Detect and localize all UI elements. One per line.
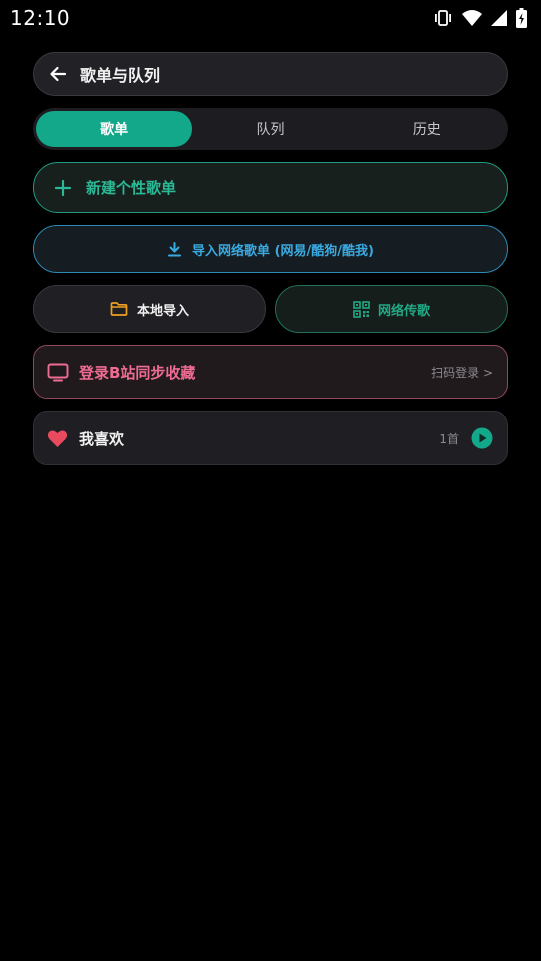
import-online-label: 导入网络歌单 (网易/酷狗/酷我) bbox=[192, 243, 374, 259]
tab-bar: 歌单 队列 历史 bbox=[33, 108, 508, 150]
bilibili-login-button[interactable]: 登录B站同步收藏 扫码登录 > bbox=[33, 345, 508, 399]
scan-login-hint: 扫码登录 > bbox=[431, 365, 493, 380]
play-icon[interactable] bbox=[471, 427, 493, 449]
network-transfer-label: 网络传歌 bbox=[377, 303, 430, 319]
battery-charging-icon bbox=[516, 8, 527, 28]
list-item[interactable]: 我喜欢 1首 bbox=[33, 411, 508, 465]
bilibili-login-label: 登录B站同步收藏 bbox=[79, 363, 196, 382]
import-online-playlist-button[interactable]: 导入网络歌单 (网易/酷狗/酷我) bbox=[33, 225, 508, 273]
local-import-label: 本地导入 bbox=[136, 303, 189, 319]
status-bar: 12:10 bbox=[0, 0, 541, 36]
playlist-song-count: 1首 bbox=[439, 431, 459, 446]
header-bar: 歌单与队列 bbox=[33, 52, 508, 96]
local-import-button[interactable]: 本地导入 bbox=[33, 285, 266, 333]
playlist-name: 我喜欢 bbox=[79, 429, 125, 448]
page-title: 歌单与队列 bbox=[80, 66, 161, 85]
vibrate-icon bbox=[433, 8, 453, 28]
status-time: 12:10 bbox=[10, 6, 71, 30]
tv-icon bbox=[47, 363, 69, 382]
folder-icon bbox=[110, 301, 128, 317]
new-playlist-button[interactable]: 新建个性歌单 bbox=[33, 162, 508, 213]
plus-icon bbox=[54, 179, 72, 197]
signal-icon bbox=[491, 10, 507, 26]
heart-icon bbox=[47, 429, 68, 448]
tab-queue[interactable]: 队列 bbox=[192, 111, 348, 147]
network-transfer-button[interactable]: 网络传歌 bbox=[275, 285, 508, 333]
tab-playlists[interactable]: 歌单 bbox=[36, 111, 193, 147]
download-icon bbox=[167, 241, 182, 257]
tab-history[interactable]: 历史 bbox=[349, 111, 505, 147]
qr-code-icon bbox=[353, 300, 370, 318]
wifi-icon bbox=[462, 9, 482, 27]
arrow-left-icon[interactable] bbox=[48, 64, 68, 84]
new-playlist-label: 新建个性歌单 bbox=[86, 179, 177, 197]
status-icons bbox=[433, 8, 527, 28]
